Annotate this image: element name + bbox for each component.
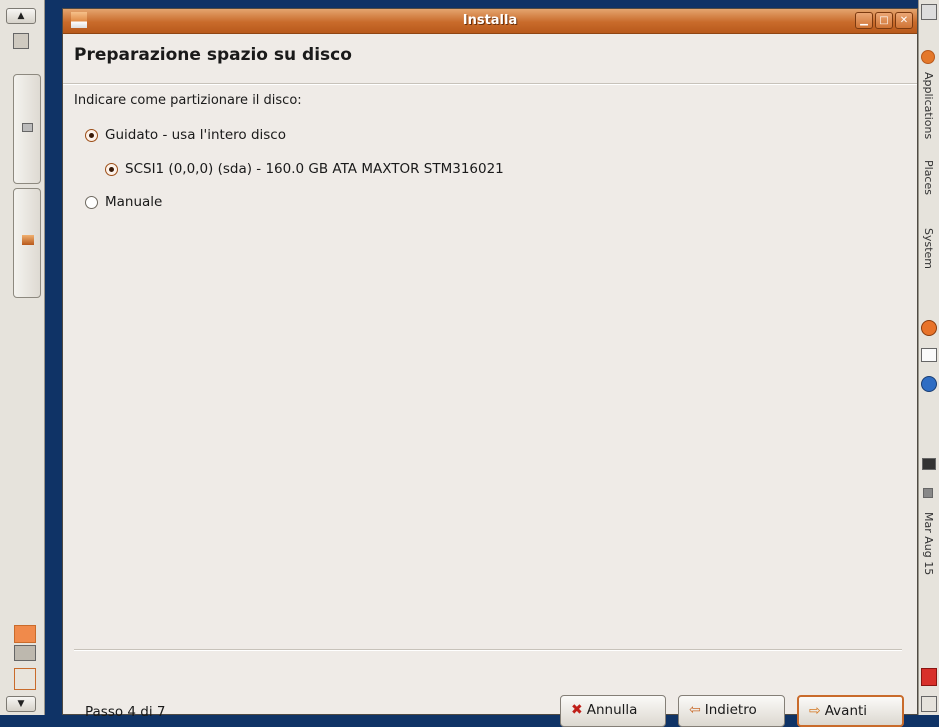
radio-disk-sda[interactable] xyxy=(105,162,118,176)
firefox-icon[interactable] xyxy=(921,320,937,336)
workspace-switcher-inactive[interactable] xyxy=(14,645,36,661)
right-panel: Applications Places System Mar Aug 15 xyxy=(918,0,939,715)
ubuntu-logo-icon xyxy=(921,50,935,64)
mail-icon[interactable] xyxy=(921,348,937,362)
panel-scroll-down-icon[interactable] xyxy=(921,696,937,712)
option-disk-label: SCSI1 (0,0,0) (sda) - 160.0 GB ATA MAXTO… xyxy=(125,161,504,177)
arrow-right-icon: ⇨ xyxy=(809,703,821,719)
logout-icon[interactable] xyxy=(921,668,937,686)
menu-system[interactable]: System xyxy=(922,228,935,269)
window-titlebar[interactable]: Installa ▁ □ ✕ xyxy=(63,9,917,34)
window-list-item[interactable] xyxy=(13,74,41,184)
show-desktop-icon[interactable] xyxy=(13,33,29,49)
close-icon: ✕ xyxy=(899,15,909,26)
step-indicator: Passo 4 di 7 xyxy=(85,704,166,720)
option-manual[interactable]: Manuale xyxy=(85,194,162,210)
cancel-x-icon: ✖ xyxy=(571,702,583,718)
network-icon[interactable] xyxy=(922,458,936,470)
option-guided[interactable]: Guidato - usa l'intero disco xyxy=(85,127,286,143)
forward-button[interactable]: ⇨ Avanti xyxy=(797,695,904,727)
back-button-label: Indietro xyxy=(704,702,757,718)
back-button[interactable]: ⇦ Indietro xyxy=(678,695,785,727)
maximize-button[interactable]: □ xyxy=(875,12,893,29)
left-panel: ▲ ▼ xyxy=(0,0,45,715)
menu-places[interactable]: Places xyxy=(922,160,935,195)
radio-manual[interactable] xyxy=(85,195,98,209)
cancel-button-label: Annulla xyxy=(586,702,638,718)
panel-scroll-up-icon[interactable]: ▲ xyxy=(6,8,36,24)
forward-button-label: Avanti xyxy=(824,703,868,719)
minimize-button[interactable]: ▁ xyxy=(855,12,873,29)
workspace-switcher-active[interactable] xyxy=(14,625,36,643)
window-title: Installa xyxy=(462,13,518,28)
panel-arrow-icon[interactable] xyxy=(921,4,937,20)
minimize-icon: ▁ xyxy=(860,15,868,26)
option-guided-label: Guidato - usa l'intero disco xyxy=(105,127,286,143)
radio-guided[interactable] xyxy=(85,128,98,142)
window-list-item-installer[interactable] xyxy=(13,188,41,298)
close-button[interactable]: ✕ xyxy=(895,12,913,29)
arrow-left-icon: ⇦ xyxy=(689,702,701,718)
title-separator xyxy=(63,83,917,85)
panel-clock[interactable]: Mar Aug 15 xyxy=(922,512,935,575)
cancel-button[interactable]: ✖ Annulla xyxy=(560,695,666,727)
instruction-text: Indicare come partizionare il disco: xyxy=(74,93,302,108)
installer-icon xyxy=(22,235,34,245)
menu-applications[interactable]: Applications xyxy=(922,72,935,139)
panel-scroll-down-icon[interactable]: ▼ xyxy=(6,696,36,712)
page-title: Preparazione spazio su disco xyxy=(74,45,352,65)
terminal-icon xyxy=(22,123,33,132)
option-manual-label: Manuale xyxy=(105,194,163,210)
option-disk-sda[interactable]: SCSI1 (0,0,0) (sda) - 160.0 GB ATA MAXTO… xyxy=(105,161,504,177)
installer-window: Installa ▁ □ ✕ Preparazione spazio su di… xyxy=(62,8,918,727)
maximize-icon: □ xyxy=(879,15,889,26)
help-icon[interactable] xyxy=(921,376,937,392)
volume-icon[interactable] xyxy=(923,488,933,498)
footer-separator xyxy=(74,649,902,651)
trash-icon[interactable] xyxy=(14,668,36,690)
